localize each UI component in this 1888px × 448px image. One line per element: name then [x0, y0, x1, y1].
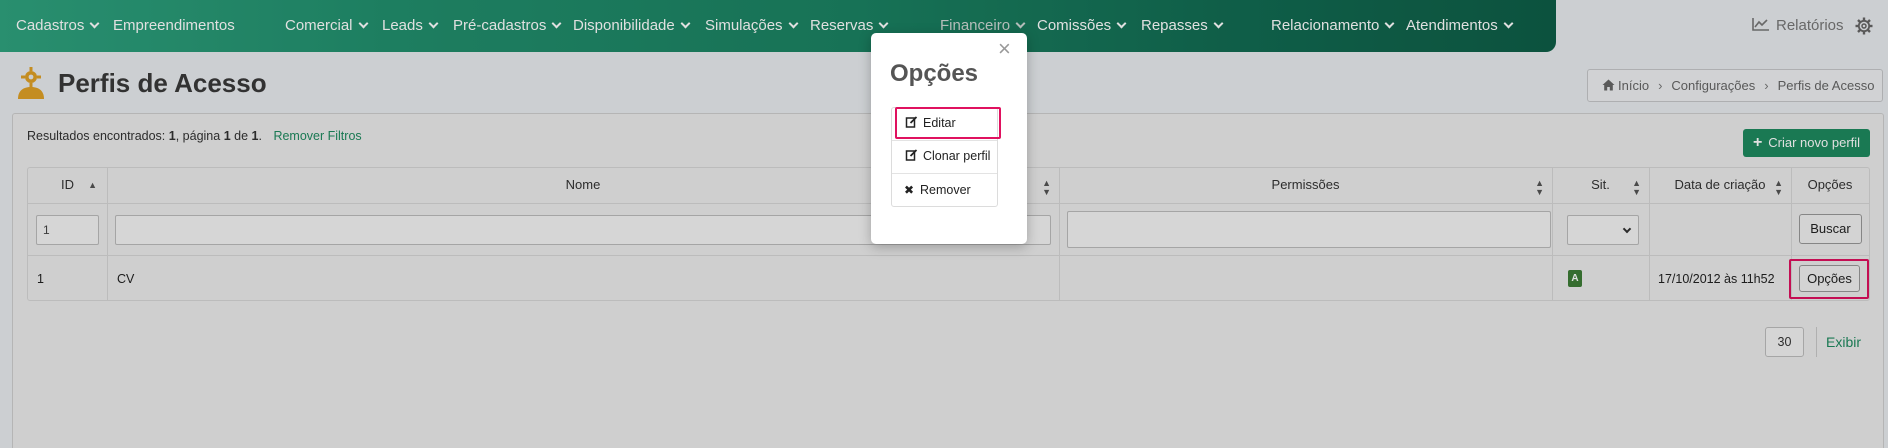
- close-icon[interactable]: ×: [998, 38, 1011, 60]
- clone-icon: [905, 149, 918, 161]
- menu-item-clone[interactable]: Clonar perfil: [891, 140, 998, 173]
- menu-item-remove[interactable]: ✖ Remover: [891, 174, 998, 207]
- edit-option-highlight: [895, 107, 1001, 139]
- modal-title: Opções: [890, 60, 979, 87]
- remove-icon: ✖: [904, 183, 915, 197]
